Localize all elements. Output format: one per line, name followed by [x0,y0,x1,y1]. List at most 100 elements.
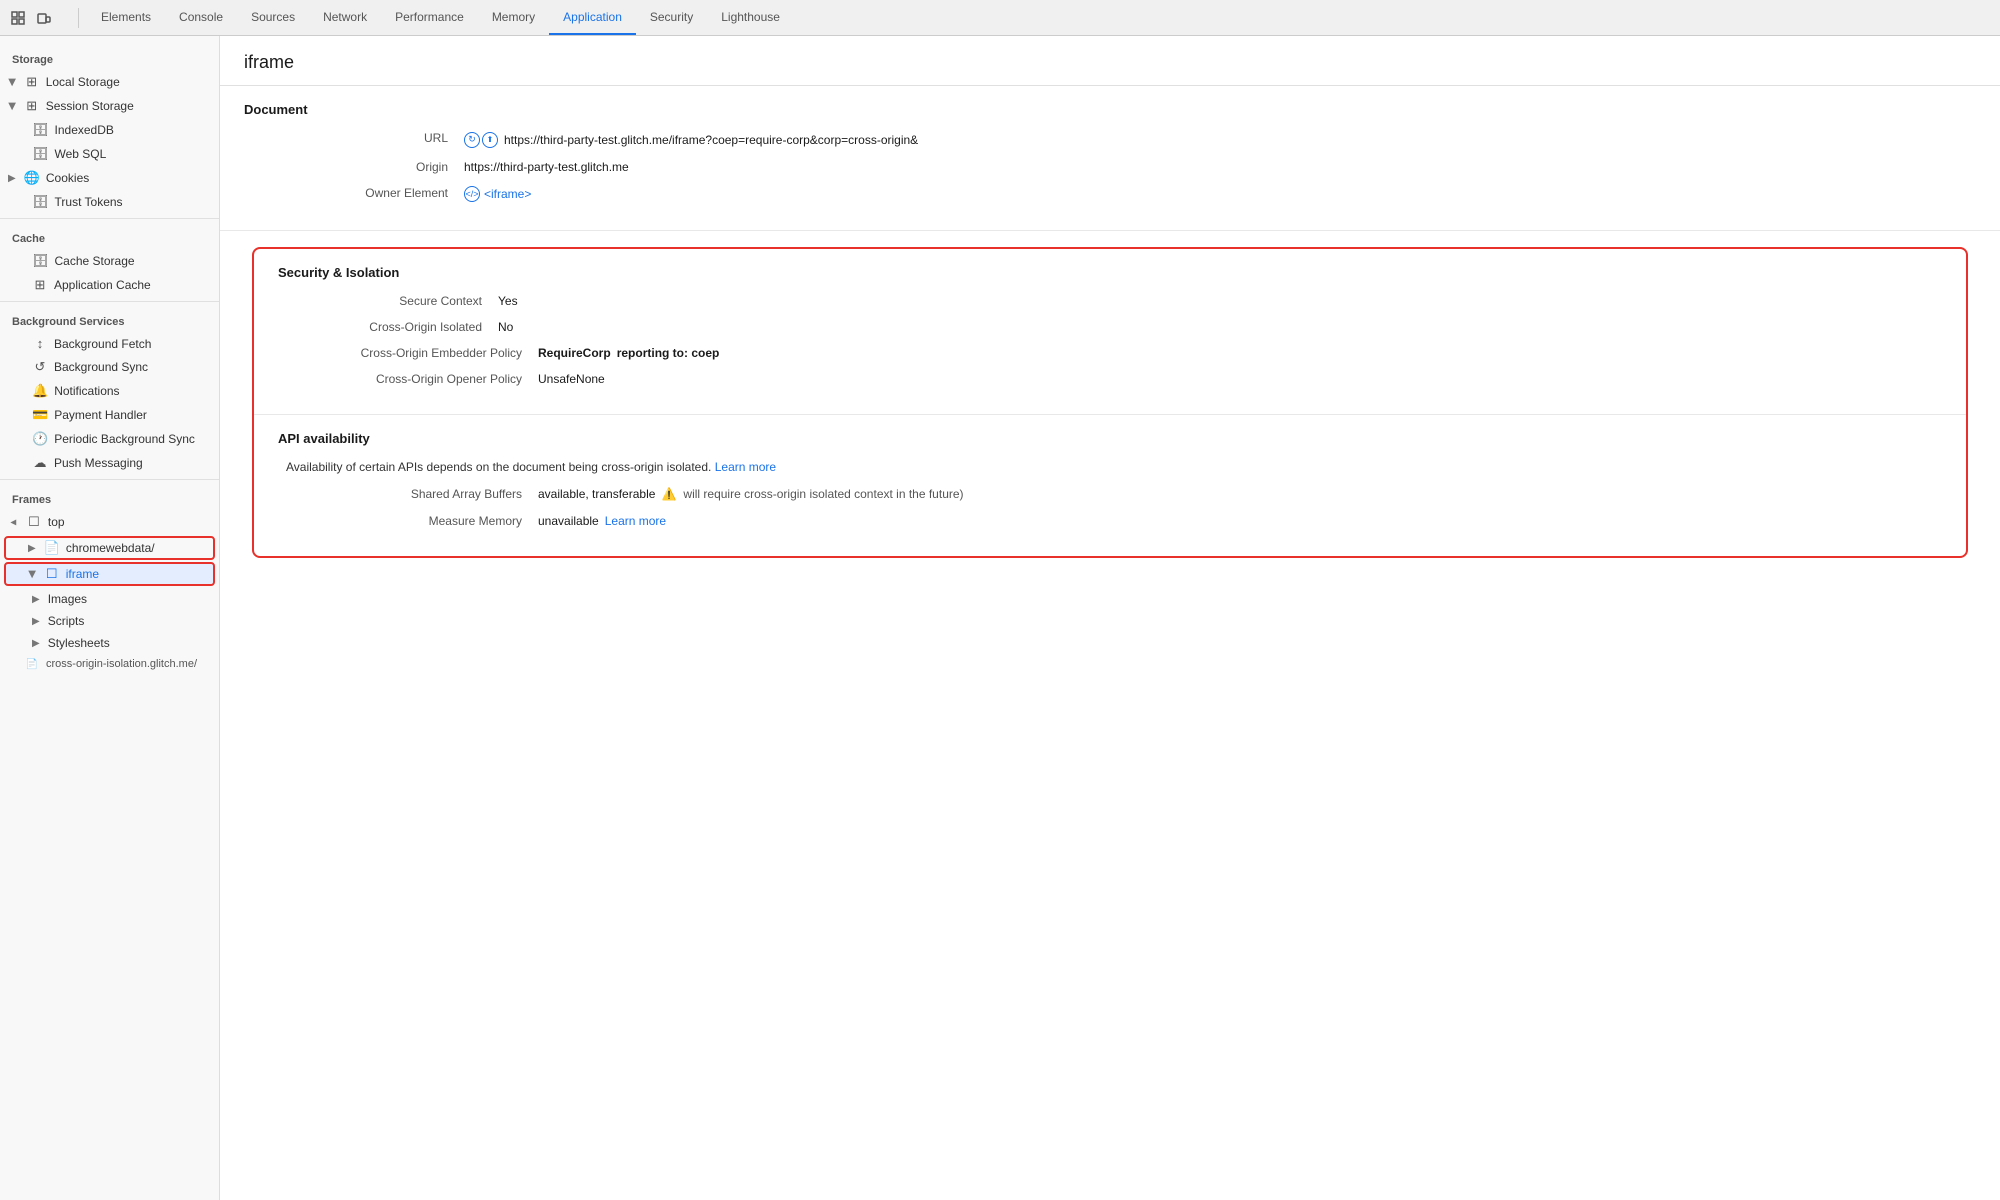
background-fetch-icon: ↕ [32,336,48,351]
device-toggle-icon[interactable] [34,8,54,28]
refresh-url-icon[interactable]: ↻ [464,132,480,148]
content-panel: iframe Document URL ↻ ⬆ https://third-pa… [220,36,2000,1200]
shared-array-warning-note: will require cross-origin isolated conte… [683,487,963,501]
session-storage-arrow: ▶ [6,102,17,110]
iframe-label: iframe [66,567,99,581]
url-row: URL ↻ ⬆ https://third-party-test.glitch.… [244,131,1976,148]
local-storage-icon: ⊞ [24,74,40,90]
coep-reporting-to: reporting to: coep [617,346,720,360]
measure-memory-learn-more-link[interactable]: Learn more [605,514,666,528]
sidebar-item-web-sql[interactable]: 🗄 Web SQL [0,142,219,166]
scripts-arrow: ▶ [32,616,40,627]
web-sql-icon: 🗄 [32,146,49,162]
topbar-divider [78,8,79,28]
sidebar-item-session-storage[interactable]: ▶ ⊞ Session Storage [0,94,219,118]
frames-section-title: Frames [0,484,219,510]
stylesheets-label: Stylesheets [48,636,110,650]
url-field-value: ↻ ⬆ https://third-party-test.glitch.me/i… [464,132,918,148]
sidebar-item-notifications[interactable]: 🔔 Notifications [0,379,219,403]
tab-lighthouse[interactable]: Lighthouse [707,0,794,35]
sidebar-item-top[interactable]: ▼ ☐ top [0,510,219,534]
push-messaging-label: Push Messaging [54,456,143,470]
shared-array-label: Shared Array Buffers [278,487,538,501]
sidebar-item-cross-origin[interactable]: 📄 cross-origin-isolation.glitch.me/ [0,654,219,674]
tab-sources[interactable]: Sources [237,0,309,35]
tab-security[interactable]: Security [636,0,707,35]
tab-elements[interactable]: Elements [87,0,165,35]
sidebar-item-scripts[interactable]: ▶ Scripts [0,610,219,632]
local-storage-label: Local Storage [46,75,120,89]
sidebar-item-images[interactable]: ▶ Images [0,588,219,610]
scripts-label: Scripts [48,614,85,628]
tab-console[interactable]: Console [165,0,237,35]
security-isolation-section: Security & Isolation Secure Context Yes … [254,249,1966,415]
sidebar: Storage ▶ ⊞ Local Storage ▶ ⊞ Session St… [0,36,220,1200]
inspect-icon[interactable] [8,8,28,28]
security-isolation-block: Security & Isolation Secure Context Yes … [252,247,1968,558]
periodic-bg-sync-label: Periodic Background Sync [54,432,195,446]
reporting-to-label: reporting to: [617,346,688,360]
sidebar-item-iframe[interactable]: ▶ ☐ iframe [4,562,215,586]
tab-network[interactable]: Network [309,0,381,35]
storage-section-title: Storage [0,44,219,70]
coep-row: Cross-Origin Embedder Policy RequireCorp… [278,346,1942,360]
sidebar-item-cookies[interactable]: ▶ 🌐 Cookies [0,166,219,190]
measure-memory-label: Measure Memory [278,514,538,528]
frames-divider [0,479,219,480]
devtools-topbar: Elements Console Sources Network Perform… [0,0,2000,36]
periodic-bg-sync-icon: 🕐 [32,431,48,447]
page-title: iframe [244,52,1976,73]
cross-origin-isolated-value: No [498,320,513,334]
secure-context-label: Secure Context [278,294,498,308]
images-arrow: ▶ [32,594,40,605]
payment-handler-label: Payment Handler [54,408,147,422]
owner-element-row: Owner Element </> <iframe> [244,186,1976,202]
navigate-url-icon[interactable]: ⬆ [482,132,498,148]
session-storage-icon: ⊞ [24,98,40,114]
owner-element-link[interactable]: </> <iframe> [464,186,531,202]
local-storage-arrow: ▶ [6,78,17,86]
main-layout: Storage ▶ ⊞ Local Storage ▶ ⊞ Session St… [0,36,2000,1200]
api-note-text: Availability of certain APIs depends on … [286,460,711,474]
tab-application[interactable]: Application [549,0,636,35]
payment-handler-icon: 💳 [32,407,48,423]
api-learn-more-link[interactable]: Learn more [715,460,776,474]
trust-tokens-label: Trust Tokens [55,195,123,209]
chromewebdata-label: chromewebdata/ [66,541,155,555]
sidebar-item-application-cache[interactable]: ⊞ Application Cache [0,273,219,297]
shared-array-value: available, transferable ⚠️ will require … [538,486,964,502]
push-messaging-icon: ☁ [32,455,48,471]
application-cache-icon: ⊞ [32,277,48,293]
tab-performance[interactable]: Performance [381,0,478,35]
sidebar-item-indexeddb[interactable]: 🗄 IndexedDB [0,118,219,142]
red-bordered-container: Security & Isolation Secure Context Yes … [220,231,2000,574]
top-label: top [48,515,65,529]
sidebar-item-trust-tokens[interactable]: 🗄 Trust Tokens [0,190,219,214]
sidebar-item-stylesheets[interactable]: ▶ Stylesheets [0,632,219,654]
cross-origin-label: cross-origin-isolation.glitch.me/ [46,658,197,670]
sidebar-item-background-sync[interactable]: ↺ Background Sync [0,355,219,379]
sidebar-item-chromewebdata[interactable]: ▶ 📄 chromewebdata/ [4,536,215,560]
sidebar-item-push-messaging[interactable]: ☁ Push Messaging [0,451,219,475]
coop-value: UnsafeNone [538,372,605,386]
background-sync-icon: ↺ [32,359,48,375]
measure-memory-value: unavailable Learn more [538,514,666,528]
sidebar-item-cache-storage[interactable]: 🗄 Cache Storage [0,249,219,273]
cookies-arrow: ▶ [8,173,16,184]
coep-label: Cross-Origin Embedder Policy [278,346,538,360]
reporting-to-value: coep [691,346,719,360]
shared-array-value-text: available, transferable [538,487,655,501]
cross-origin-icon: 📄 [24,659,40,670]
chromewebdata-arrow: ▶ [28,543,36,554]
tab-memory[interactable]: Memory [478,0,549,35]
cache-storage-icon: 🗄 [32,253,49,269]
sidebar-item-local-storage[interactable]: ▶ ⊞ Local Storage [0,70,219,94]
cache-divider [0,218,219,219]
iframe-tag-text: <iframe> [484,187,531,201]
sidebar-item-periodic-bg-sync[interactable]: 🕐 Periodic Background Sync [0,427,219,451]
sidebar-item-background-fetch[interactable]: ↕ Background Fetch [0,332,219,355]
cookies-icon: 🌐 [24,170,40,186]
api-availability-section: API availability Availability of certain… [254,415,1966,556]
url-field-label: URL [244,131,464,145]
sidebar-item-payment-handler[interactable]: 💳 Payment Handler [0,403,219,427]
